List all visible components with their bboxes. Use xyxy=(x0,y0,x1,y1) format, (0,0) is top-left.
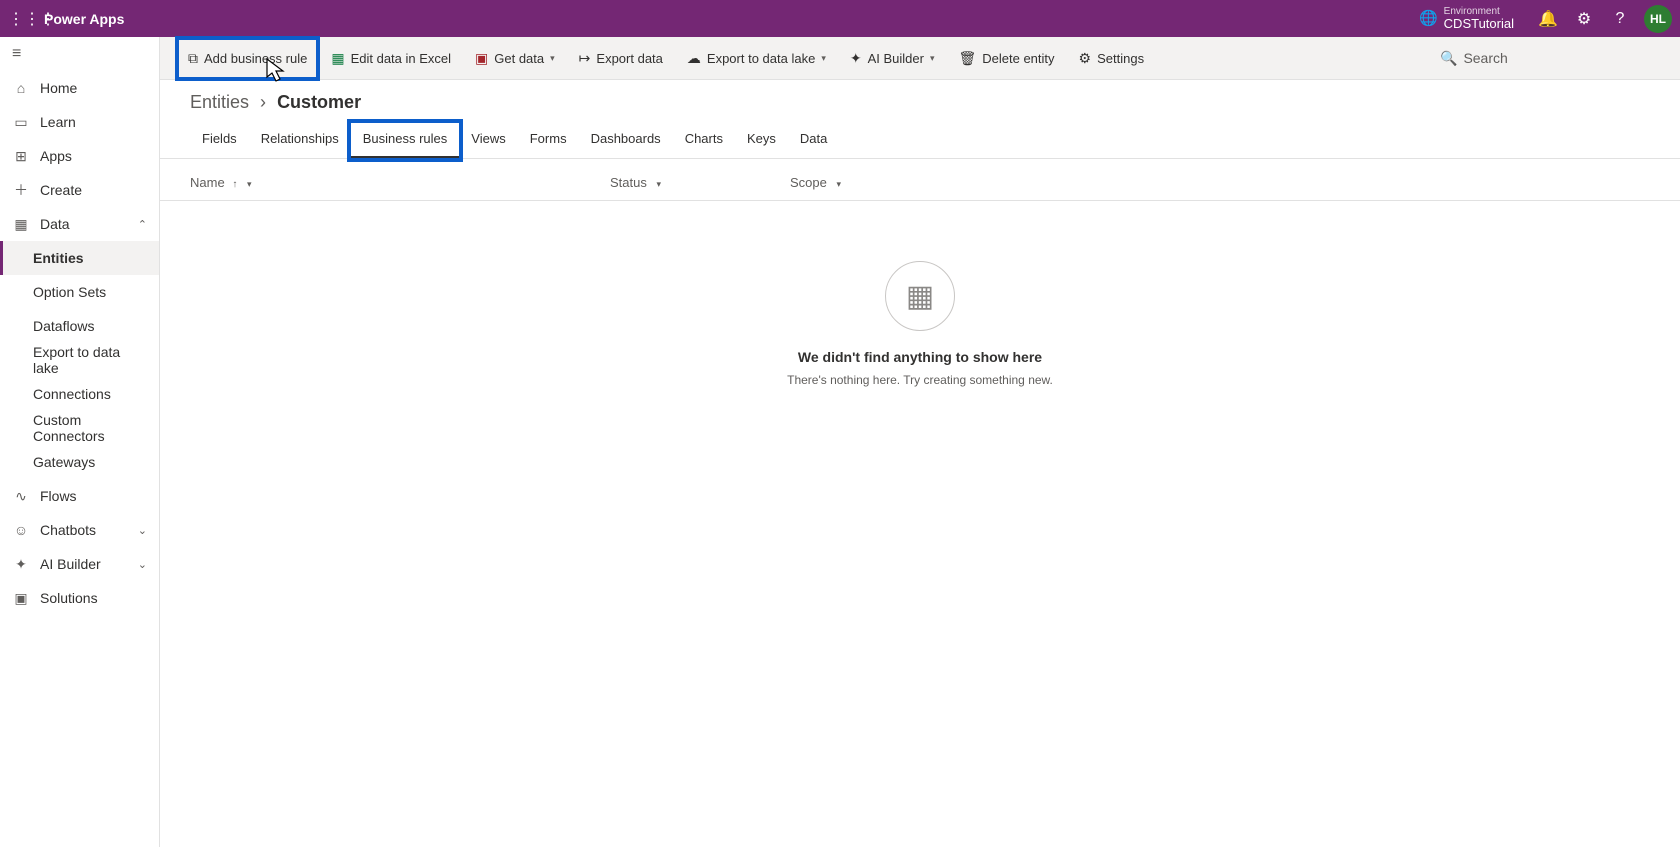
nav-data[interactable]: ▦ Data ⌃ xyxy=(0,207,159,241)
chevron-down-icon: ▾ xyxy=(837,179,842,189)
edit-in-excel-button[interactable]: ▦ Edit data in Excel xyxy=(319,37,463,80)
nav-chatbots[interactable]: ☺ Chatbots ⌄ xyxy=(0,513,159,547)
entity-tabs: Fields Relationships Business rules View… xyxy=(160,117,1680,159)
nav-gateways[interactable]: Gateways xyxy=(0,445,159,479)
avatar[interactable]: HL xyxy=(1644,5,1672,33)
tab-keys[interactable]: Keys xyxy=(735,123,788,158)
nav-connections[interactable]: Connections xyxy=(0,377,159,411)
chevron-down-icon: ▾ xyxy=(247,179,252,189)
tab-data[interactable]: Data xyxy=(788,123,839,158)
export-data-button[interactable]: ↦ Export data xyxy=(567,37,675,80)
command-bar: ⧉ Add business rule ▦ Edit data in Excel… xyxy=(160,37,1680,80)
help-icon[interactable]: ? xyxy=(1602,10,1638,28)
flow-icon: ∿ xyxy=(12,488,30,505)
environment-value: CDSTutorial xyxy=(1444,17,1514,31)
add-business-rule-button[interactable]: ⧉ Add business rule xyxy=(176,37,319,80)
tab-forms[interactable]: Forms xyxy=(518,123,579,158)
gear-icon: ⚙ xyxy=(1079,50,1092,67)
tab-relationships[interactable]: Relationships xyxy=(249,123,351,158)
nav-entities[interactable]: Entities xyxy=(0,241,159,275)
plus-icon: ＋ xyxy=(12,180,30,200)
chatbot-icon: ☺ xyxy=(12,522,30,538)
environment-icon: 🌐 xyxy=(1419,9,1438,27)
chevron-down-icon: ⌄ xyxy=(138,524,147,537)
chevron-down-icon: ▾ xyxy=(821,53,826,64)
empty-title: We didn't find anything to show here xyxy=(798,349,1042,365)
waffle-icon[interactable]: ⋮⋮⋮ xyxy=(8,9,40,29)
chevron-down-icon: ▾ xyxy=(930,53,935,64)
empty-table-icon: ▦ xyxy=(885,261,955,331)
breadcrumb: Entities › Customer xyxy=(160,80,1680,117)
nav-collapse-icon[interactable]: ≡ xyxy=(0,37,159,71)
col-scope[interactable]: Scope ▾ xyxy=(790,175,970,190)
search-icon: 🔍 xyxy=(1440,50,1457,67)
ai-icon: ✦ xyxy=(12,556,30,573)
home-icon: ⌂ xyxy=(12,80,30,96)
delete-entity-button[interactable]: 🗑 Delete entity xyxy=(946,37,1066,80)
column-headers: Name ↑ ▾ Status ▾ Scope ▾ xyxy=(160,159,1680,201)
nav-learn[interactable]: ▭ Learn xyxy=(0,105,159,139)
tab-dashboards[interactable]: Dashboards xyxy=(579,123,673,158)
tab-fields[interactable]: Fields xyxy=(190,123,249,158)
environment-label: Environment xyxy=(1444,6,1514,17)
get-data-button[interactable]: ▣ Get data ▾ xyxy=(463,37,567,80)
col-status[interactable]: Status ▾ xyxy=(610,175,790,190)
apps-icon: ⊞ xyxy=(12,148,30,165)
environment-picker[interactable]: 🌐 Environment CDSTutorial xyxy=(1419,6,1514,31)
top-header: ⋮⋮⋮ Power Apps 🌐 Environment CDSTutorial… xyxy=(0,0,1680,37)
nav-ai-builder[interactable]: ✦ AI Builder ⌄ xyxy=(0,547,159,581)
main-area: ⧉ Add business rule ▦ Edit data in Excel… xyxy=(160,37,1680,847)
data-icon: ▦ xyxy=(12,216,30,233)
settings-button[interactable]: ⚙ Settings xyxy=(1067,37,1157,80)
nav-dataflows[interactable]: Dataflows xyxy=(0,309,159,343)
empty-state: ▦ We didn't find anything to show here T… xyxy=(160,261,1680,387)
chevron-down-icon: ⌄ xyxy=(138,558,147,571)
empty-subtitle: There's nothing here. Try creating somet… xyxy=(787,373,1053,387)
chevron-up-icon: ⌃ xyxy=(138,218,147,231)
breadcrumb-current: Customer xyxy=(277,92,361,112)
sort-up-icon: ↑ xyxy=(232,179,237,190)
chevron-down-icon: ▾ xyxy=(550,53,555,64)
settings-icon[interactable]: ⚙ xyxy=(1566,9,1602,29)
app-name: Power Apps xyxy=(44,11,124,27)
ai-icon: ✦ xyxy=(850,50,862,67)
export-icon: ↦ xyxy=(579,50,591,67)
nav-custom-connectors[interactable]: Custom Connectors xyxy=(0,411,159,445)
get-data-icon: ▣ xyxy=(475,50,488,67)
left-nav: ≡ ⌂ Home ▭ Learn ⊞ Apps ＋ Create ▦ Data … xyxy=(0,37,160,847)
tab-views[interactable]: Views xyxy=(459,123,517,158)
breadcrumb-separator-icon: › xyxy=(260,92,266,112)
nav-create[interactable]: ＋ Create xyxy=(0,173,159,207)
col-name[interactable]: Name ↑ ▾ xyxy=(190,175,610,190)
nav-solutions[interactable]: ▣ Solutions xyxy=(0,581,159,615)
add-rule-icon: ⧉ xyxy=(188,50,198,67)
tab-business-rules[interactable]: Business rules xyxy=(351,123,460,158)
breadcrumb-parent[interactable]: Entities xyxy=(190,92,249,112)
lake-icon: ☁ xyxy=(687,50,701,67)
book-icon: ▭ xyxy=(12,114,30,131)
search-input[interactable]: 🔍 Search xyxy=(1440,50,1660,67)
tab-charts[interactable]: Charts xyxy=(673,123,735,158)
nav-flows[interactable]: ∿ Flows xyxy=(0,479,159,513)
export-to-lake-button[interactable]: ☁ Export to data lake ▾ xyxy=(675,37,838,80)
ai-builder-button[interactable]: ✦ AI Builder ▾ xyxy=(838,37,947,80)
notifications-icon[interactable]: 🔔 xyxy=(1530,9,1566,29)
chevron-down-icon: ▾ xyxy=(656,179,661,189)
nav-apps[interactable]: ⊞ Apps xyxy=(0,139,159,173)
nav-export-lake[interactable]: Export to data lake xyxy=(0,343,159,377)
nav-home[interactable]: ⌂ Home xyxy=(0,71,159,105)
solutions-icon: ▣ xyxy=(12,590,30,607)
excel-icon: ▦ xyxy=(331,50,344,67)
trash-icon: 🗑 xyxy=(958,50,976,67)
nav-option-sets[interactable]: Option Sets xyxy=(0,275,159,309)
